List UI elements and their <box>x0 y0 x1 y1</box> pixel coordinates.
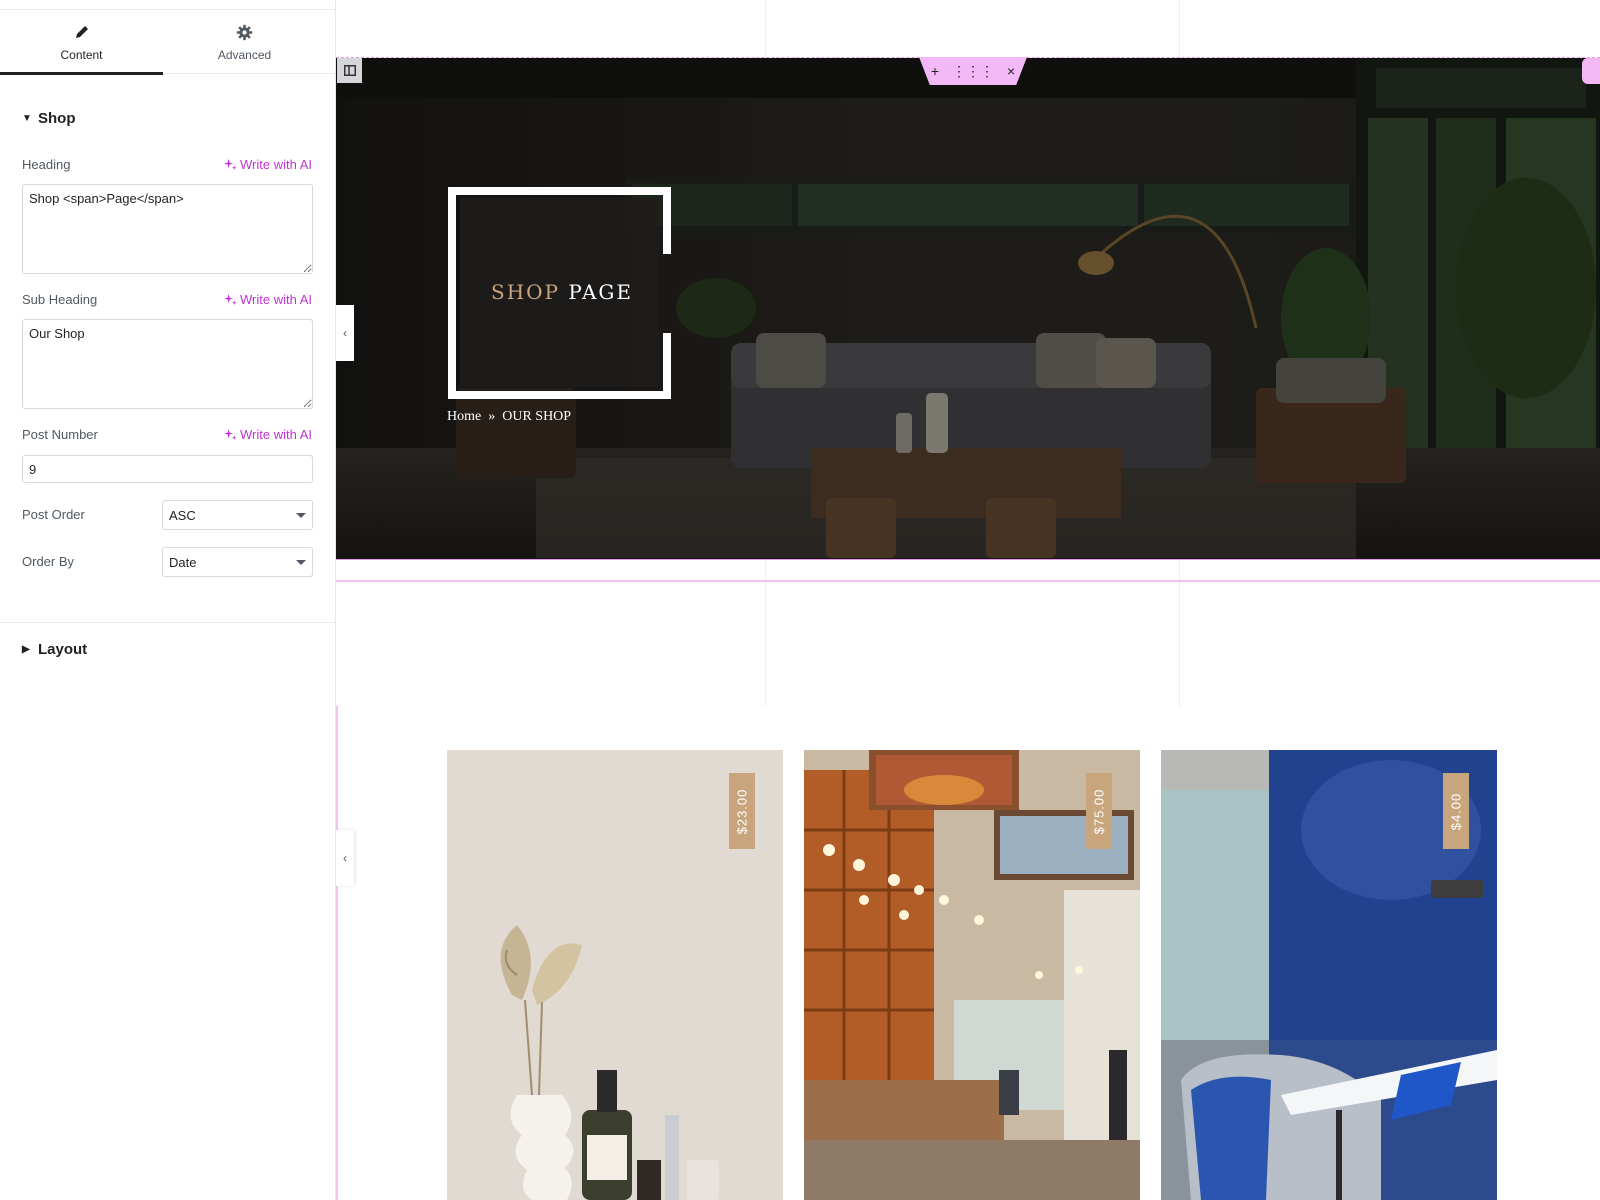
preview-canvas: SHOP PAGE Home » OUR SHOP + ⋮⋮⋮ × ‹ ‹ $2… <box>336 0 1600 1200</box>
section-boundary-left <box>336 706 338 1200</box>
product-card[interactable]: $4.00 <box>1161 750 1497 1200</box>
caret-down-icon: ▼ <box>22 113 32 124</box>
tab-content[interactable]: Content <box>0 10 163 75</box>
product-card[interactable]: $23.00 <box>447 750 783 1200</box>
sub-heading-textarea[interactable]: Our Shop <box>22 319 313 409</box>
hero-title-main: PAGE <box>568 280 633 304</box>
tab-advanced[interactable]: Advanced <box>163 10 326 74</box>
price-text: $23.00 <box>734 788 750 834</box>
hero-title: SHOP PAGE <box>491 280 633 304</box>
drag-handle-icon[interactable]: ⋮⋮⋮ <box>952 64 994 78</box>
layout-section-toggle[interactable]: ▶ Layout <box>22 641 87 658</box>
columns-icon <box>343 65 356 76</box>
breadcrumb: Home » OUR SHOP <box>447 409 571 425</box>
caret-right-icon: ▶ <box>22 644 30 655</box>
order-by-value: Date <box>169 554 197 570</box>
post-number-ai-label: Write with AI <box>239 427 312 442</box>
gear-icon <box>235 22 255 42</box>
double-chevron-right-icon: » <box>488 409 496 424</box>
post-order-label: Post Order <box>22 507 85 522</box>
order-by-select[interactable]: Date <box>162 547 313 577</box>
post-order-select[interactable]: ASC <box>162 500 313 530</box>
panel-top-border <box>0 0 336 10</box>
layout-section-title: Layout <box>38 641 88 658</box>
collapse-panel-button[interactable]: ‹ <box>336 830 354 886</box>
sparkle-icon <box>223 428 237 441</box>
heading-label: Heading <box>22 157 71 172</box>
dropdown-arrow-icon <box>296 512 306 518</box>
post-number-write-with-ai[interactable]: Write with AI <box>223 427 312 442</box>
product-card[interactable]: $75.00 <box>804 750 1140 1200</box>
section-divider <box>0 622 336 623</box>
price-text: $4.00 <box>1448 792 1464 830</box>
order-by-label: Order By <box>22 554 75 569</box>
sub-heading-write-with-ai[interactable]: Write with AI <box>223 292 312 307</box>
price-badge: $23.00 <box>729 773 755 849</box>
hero-title-accent: SHOP <box>491 280 560 304</box>
heading-textarea[interactable]: Shop <span>Page</span> <box>22 184 313 274</box>
hero-section[interactable]: SHOP PAGE Home » OUR SHOP <box>336 57 1600 560</box>
price-text: $75.00 <box>1091 788 1107 834</box>
tab-content-label: Content <box>60 48 103 62</box>
sparkle-icon <box>223 293 237 306</box>
price-badge: $4.00 <box>1443 773 1469 849</box>
collapse-panel-button[interactable]: ‹ <box>336 305 354 361</box>
pencil-icon <box>72 22 92 42</box>
column-handle[interactable] <box>337 58 362 83</box>
add-section-button[interactable]: + <box>931 64 939 78</box>
post-order-value: ASC <box>169 507 196 523</box>
shop-section-title: Shop <box>38 110 76 127</box>
edit-widget-button[interactable] <box>1582 58 1600 84</box>
section-toolbar: + ⋮⋮⋮ × <box>919 57 1027 85</box>
price-badge: $75.00 <box>1086 773 1112 849</box>
heading-write-with-ai[interactable]: Write with AI <box>223 157 312 172</box>
breadcrumb-current: OUR SHOP <box>502 409 572 424</box>
breadcrumb-home[interactable]: Home <box>447 409 481 425</box>
shop-section-toggle[interactable]: ▼ Shop <box>22 110 76 127</box>
post-number-input[interactable] <box>22 455 313 483</box>
sub-heading-label: Sub Heading <box>22 292 98 307</box>
dropdown-arrow-icon <box>296 559 306 565</box>
post-number-label: Post Number <box>22 427 98 442</box>
section-boundary <box>336 580 1600 582</box>
editor-panel: Content Advanced ▼ Shop Heading Write wi… <box>0 0 336 1200</box>
sub-heading-ai-label: Write with AI <box>239 292 312 307</box>
panel-tabs: Content Advanced <box>0 10 336 75</box>
heading-ai-label: Write with AI <box>239 157 312 172</box>
delete-section-button[interactable]: × <box>1007 64 1015 78</box>
sparkle-icon <box>223 158 237 171</box>
tab-advanced-label: Advanced <box>217 48 272 62</box>
